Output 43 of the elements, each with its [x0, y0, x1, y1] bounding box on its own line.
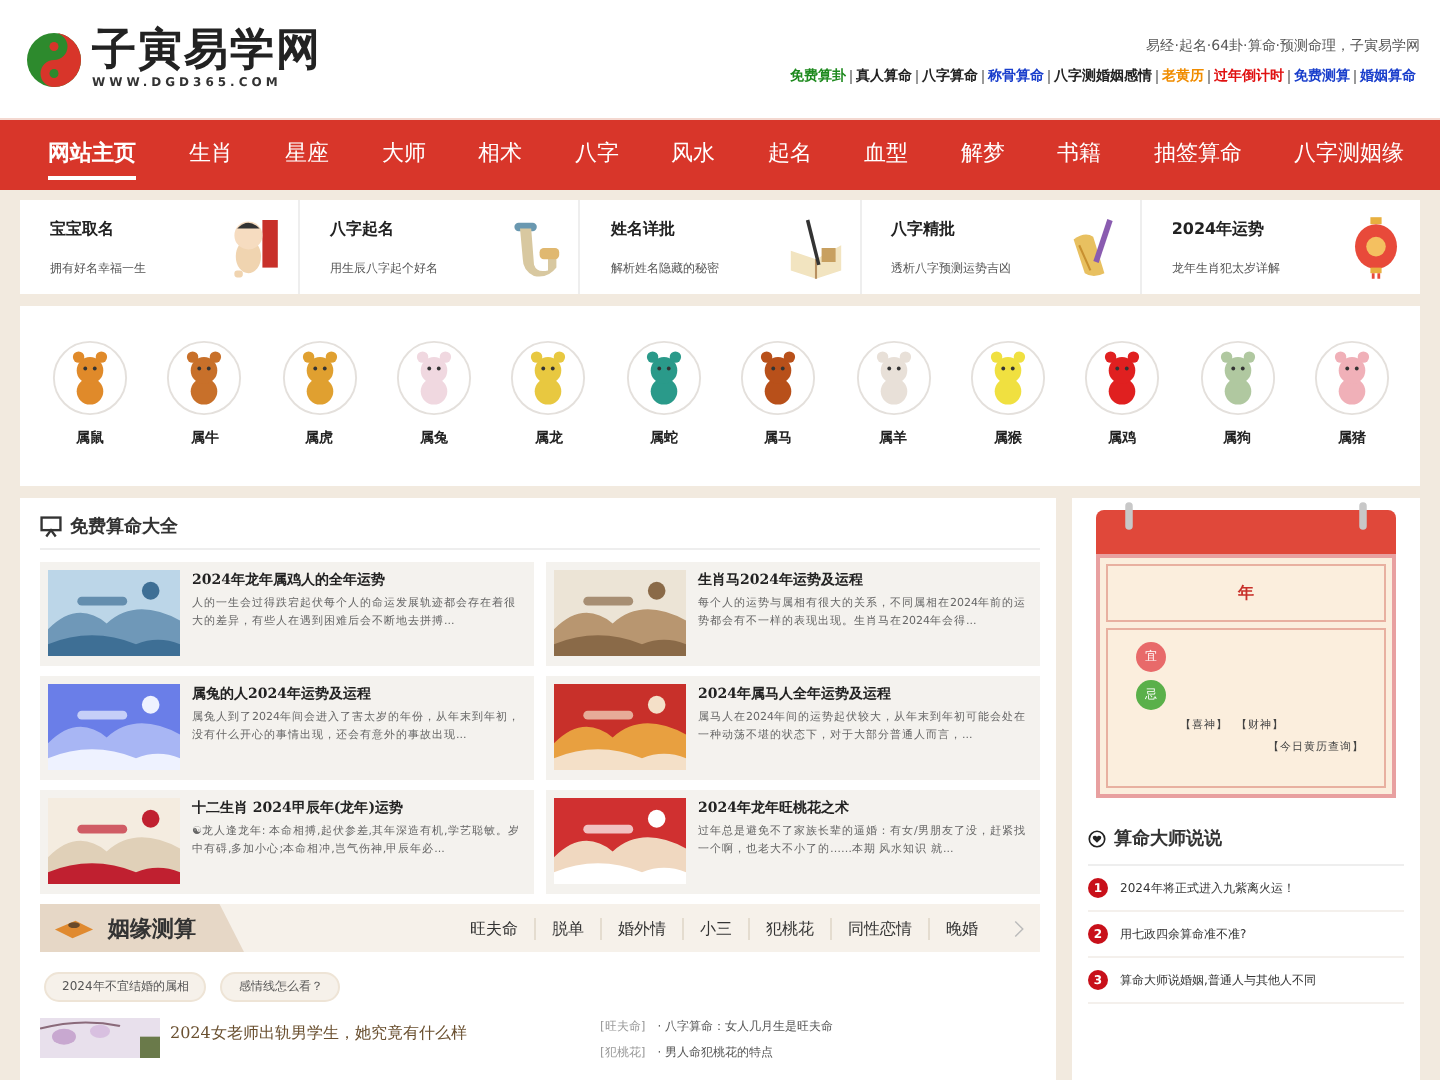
cartoon-animal-icon[interactable] [1084, 340, 1161, 416]
heart-icon [1088, 830, 1106, 848]
cartoon-animal-icon[interactable] [281, 340, 358, 416]
category-tab[interactable]: 脱单 [534, 917, 600, 939]
nav-tab[interactable]: 生肖 [188, 130, 233, 180]
nav-tab[interactable]: 星座 [285, 130, 329, 180]
category-tab[interactable]: 同性恋情 [830, 917, 928, 939]
category-tab[interactable]: 旺夫命 [454, 917, 534, 939]
category-tab[interactable]: 小三 [682, 917, 748, 939]
feature-title[interactable]: 八字起名 [330, 217, 439, 239]
ring-icon [1124, 502, 1134, 530]
chevron-right-icon[interactable] [1014, 919, 1024, 937]
nav-tab[interactable]: 网站主页 [48, 130, 136, 180]
feature-title[interactable]: 八字精批 [891, 217, 1012, 239]
presentation-board-icon [40, 516, 62, 538]
nav-tab[interactable]: 风水 [671, 130, 715, 180]
site-logo-text[interactable]: 子寅易学网 [92, 27, 322, 77]
cartoon-animal-icon[interactable] [52, 340, 128, 416]
category-tab[interactable]: 晚婚 [928, 917, 994, 939]
category-tab[interactable]: 犯桃花 [748, 917, 830, 939]
section-title: 免费算命大全 [70, 514, 178, 540]
nav-tab[interactable]: 抽签算命 [1153, 130, 1242, 180]
nav-tab[interactable]: 八字测姻缘 [1294, 130, 1404, 180]
nav-tab[interactable]: 血型 [864, 130, 908, 180]
feature-title[interactable]: 宝宝取名 [50, 217, 146, 239]
logo-icon [24, 29, 84, 89]
nav-tab[interactable]: 大师 [381, 130, 426, 180]
nav-tab[interactable]: 起名 [767, 130, 812, 180]
feature-title[interactable]: 姓名详批 [610, 217, 719, 239]
nav-tab[interactable]: 八字 [574, 130, 619, 180]
nav-tab[interactable]: 解梦 [960, 130, 1005, 180]
nav-tab[interactable]: 书籍 [1057, 130, 1101, 180]
cartoon-animal-icon[interactable] [166, 340, 243, 416]
section-title: 姻缘测算 [108, 913, 196, 943]
cartoon-animal-icon[interactable] [625, 340, 702, 416]
category-tab[interactable]: 婚外情 [600, 917, 682, 939]
calendar-year: 年 [1106, 564, 1386, 622]
feature-title[interactable]: 2024年运势 [1171, 217, 1280, 239]
section-title: 算命大师说说 [1114, 826, 1222, 852]
cartoon-animal-icon[interactable] [740, 340, 817, 416]
article-title[interactable]: 2024女老师出轨男学生，她究竟有什么样 [170, 1018, 570, 1044]
nav-tab[interactable]: 相术 [478, 130, 522, 180]
ring-icon [1358, 502, 1368, 530]
